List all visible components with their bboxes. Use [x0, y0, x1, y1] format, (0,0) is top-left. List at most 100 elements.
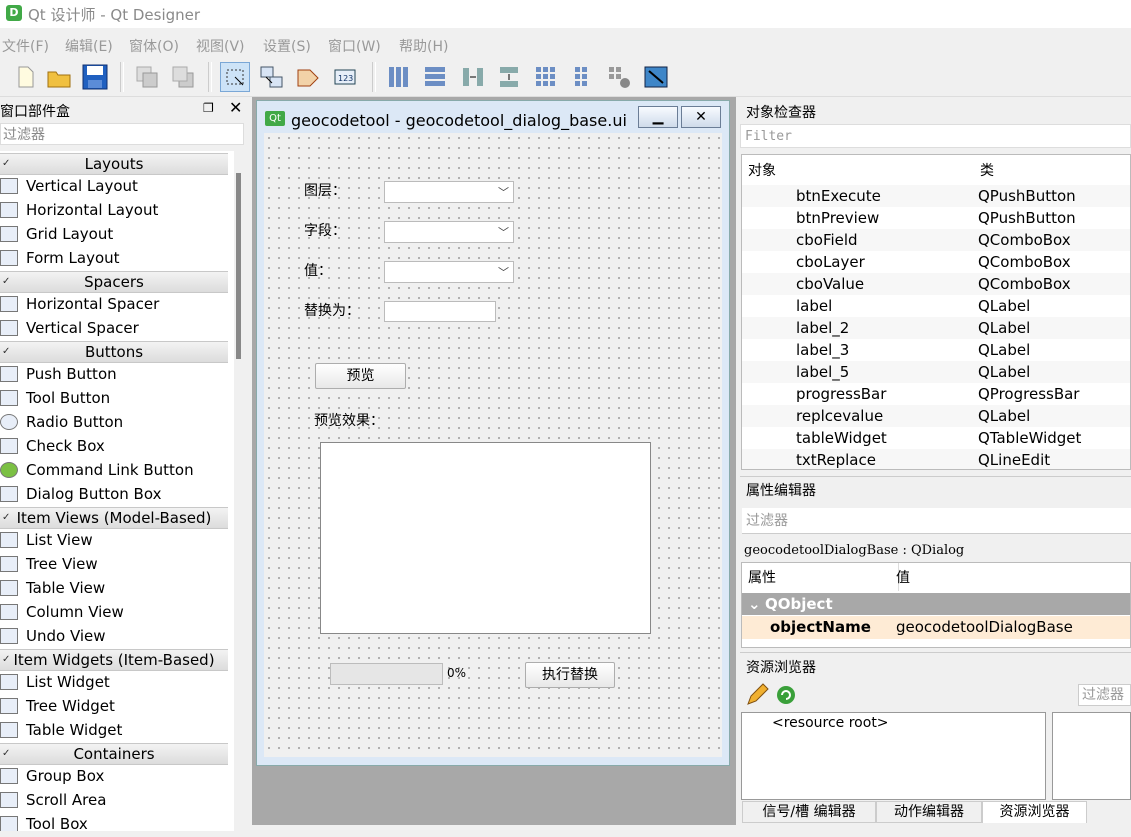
menu-settings[interactable]: 设置(S) — [263, 36, 311, 56]
widget-item[interactable]: Group Box — [0, 764, 228, 788]
property-filter-input[interactable]: 过滤器 — [742, 508, 1131, 534]
col-object-header[interactable]: 对象 — [742, 155, 981, 186]
field-combo[interactable]: ﹀ — [384, 221, 514, 243]
preview-button[interactable]: 预览 — [315, 363, 406, 389]
new-file-icon[interactable] — [10, 62, 40, 92]
category-spacers[interactable]: ✓ Spacers — [0, 271, 228, 293]
widget-item[interactable]: Tool Box — [0, 812, 228, 831]
menu-help[interactable]: 帮助(H) — [399, 36, 448, 56]
tab-resource-browser[interactable]: 资源浏览器 — [982, 801, 1087, 823]
menu-view[interactable]: 视图(V) — [196, 36, 245, 56]
object-row[interactable]: label QLabel — [742, 295, 1130, 317]
layer-label: 图层： — [304, 183, 346, 199]
send-backward-icon[interactable] — [168, 62, 198, 92]
layer-combo[interactable]: ﹀ — [384, 181, 514, 203]
object-row[interactable]: cboLayer QComboBox — [742, 251, 1130, 273]
reload-icon[interactable] — [774, 683, 798, 711]
category-item-widgets[interactable]: ✓ Item Widgets (Item-Based) — [0, 649, 228, 671]
object-row[interactable]: label_5 QLabel — [742, 361, 1130, 383]
widget-filter-input[interactable]: 过滤器 — [0, 123, 244, 145]
layout-h-splitter-icon[interactable] — [458, 62, 488, 92]
edit-widgets-icon[interactable] — [220, 62, 250, 92]
object-row[interactable]: label_3 QLabel — [742, 339, 1130, 361]
layout-v-splitter-icon[interactable] — [494, 62, 524, 92]
widget-item[interactable]: Table Widget — [0, 718, 228, 742]
category-buttons[interactable]: ✓ Buttons — [0, 341, 228, 363]
widget-item[interactable]: Grid Layout — [0, 222, 228, 246]
form-window[interactable]: Qt geocodetool - geocodetool_dialog_base… — [256, 100, 730, 766]
edit-buddies-icon[interactable] — [292, 62, 322, 92]
minimize-button[interactable]: ▁ — [638, 106, 678, 128]
col-property-header[interactable]: 属性 — [742, 563, 899, 591]
tab-signal-slot-editor[interactable]: 信号/槽 编辑器 — [742, 801, 876, 823]
category-item-views[interactable]: ✓ Item Views (Model-Based) — [0, 507, 228, 529]
menu-form[interactable]: 窗体(O) — [129, 36, 179, 56]
object-row[interactable]: btnExecute QPushButton — [742, 185, 1130, 207]
qobject-group-row[interactable]: ⌄ QObject — [742, 593, 1130, 615]
widget-item[interactable]: Push Button — [0, 362, 228, 386]
edit-signals-slots-icon[interactable] — [256, 62, 286, 92]
widget-item[interactable]: Tree Widget — [0, 694, 228, 718]
object-row[interactable]: label_2 QLabel — [742, 317, 1130, 339]
col-value-header[interactable]: 值 — [896, 563, 1126, 591]
widget-item[interactable]: Form Layout — [0, 246, 228, 270]
category-layouts[interactable]: ✓ Layouts — [0, 153, 228, 175]
widget-item[interactable]: Tree View — [0, 552, 228, 576]
object-row[interactable]: cboField QComboBox — [742, 229, 1130, 251]
edit-tab-order-icon[interactable]: 123 — [330, 62, 360, 92]
widget-item[interactable]: Check Box — [0, 434, 228, 458]
object-filter-input[interactable]: Filter — [740, 124, 1131, 148]
menu-file[interactable]: 文件(F) — [2, 36, 49, 56]
widget-item[interactable]: Column View — [0, 600, 228, 624]
widget-item[interactable]: List Widget — [0, 670, 228, 694]
widget-item[interactable]: Horizontal Spacer — [0, 292, 228, 316]
execute-button[interactable]: 执行替换 — [525, 662, 615, 688]
edit-resources-icon[interactable] — [745, 683, 769, 711]
replace-input[interactable] — [384, 301, 496, 322]
widget-item[interactable]: Command Link Button — [0, 458, 228, 482]
toolbar-separator — [208, 62, 212, 92]
widget-item[interactable]: Scroll Area — [0, 788, 228, 812]
widget-item[interactable]: Radio Button — [0, 410, 228, 434]
widget-item[interactable]: Dialog Button Box — [0, 482, 228, 506]
float-icon[interactable]: ❐ — [203, 101, 214, 115]
value-combo[interactable]: ﹀ — [384, 261, 514, 283]
object-row[interactable]: progressBar QProgressBar — [742, 383, 1130, 405]
close-icon[interactable]: ✕ — [229, 98, 242, 117]
app-icon: D — [6, 5, 22, 21]
object-row[interactable]: cboValue QComboBox — [742, 273, 1130, 295]
widget-item[interactable]: Vertical Spacer — [0, 316, 228, 340]
widget-item[interactable]: Horizontal Layout — [0, 198, 228, 222]
object-row[interactable]: btnPreview QPushButton — [742, 207, 1130, 229]
layout-vertical-icon[interactable] — [420, 62, 450, 92]
resource-filter-input[interactable]: 过滤器 — [1078, 684, 1131, 706]
widget-item[interactable]: Table View — [0, 576, 228, 600]
resource-root[interactable]: <resource root> — [772, 715, 889, 731]
break-layout-icon[interactable] — [604, 62, 634, 92]
open-folder-icon[interactable] — [44, 62, 74, 92]
save-icon[interactable] — [80, 62, 110, 92]
bring-forward-icon[interactable] — [132, 62, 162, 92]
adjust-size-icon[interactable] — [641, 62, 671, 92]
close-button[interactable]: ✕ — [681, 106, 721, 128]
table-widget[interactable] — [320, 442, 651, 634]
layout-horizontal-icon[interactable] — [384, 62, 414, 92]
widget-item[interactable]: Undo View — [0, 624, 228, 648]
property-row-objectname[interactable]: objectName geocodetoolDialogBase — [742, 616, 1130, 639]
form-canvas[interactable]: 图层： ﹀ 字段： ﹀ 值： ﹀ 替换为： 预览 预览效果： 0% 执行替换 — [264, 133, 722, 757]
tab-action-editor[interactable]: 动作编辑器 — [876, 801, 982, 823]
widget-item[interactable]: Tool Button — [0, 386, 228, 410]
scrollbar[interactable] — [236, 173, 241, 359]
property-value[interactable]: geocodetoolDialogBase — [896, 616, 1073, 639]
object-row[interactable]: txtReplace QLineEdit — [742, 449, 1130, 469]
object-row[interactable]: tableWidget QTableWidget — [742, 427, 1130, 449]
widget-item[interactable]: Vertical Layout — [0, 174, 228, 198]
menu-edit[interactable]: 编辑(E) — [65, 36, 113, 56]
layout-form-icon[interactable] — [567, 62, 597, 92]
widget-item[interactable]: List View — [0, 528, 228, 552]
layout-grid-icon[interactable] — [531, 62, 561, 92]
menu-window[interactable]: 窗口(W) — [328, 36, 381, 56]
col-class-header[interactable]: 类 — [976, 155, 1130, 186]
category-containers[interactable]: ✓ Containers — [0, 743, 228, 765]
object-row[interactable]: replcevalue QLabel — [742, 405, 1130, 427]
